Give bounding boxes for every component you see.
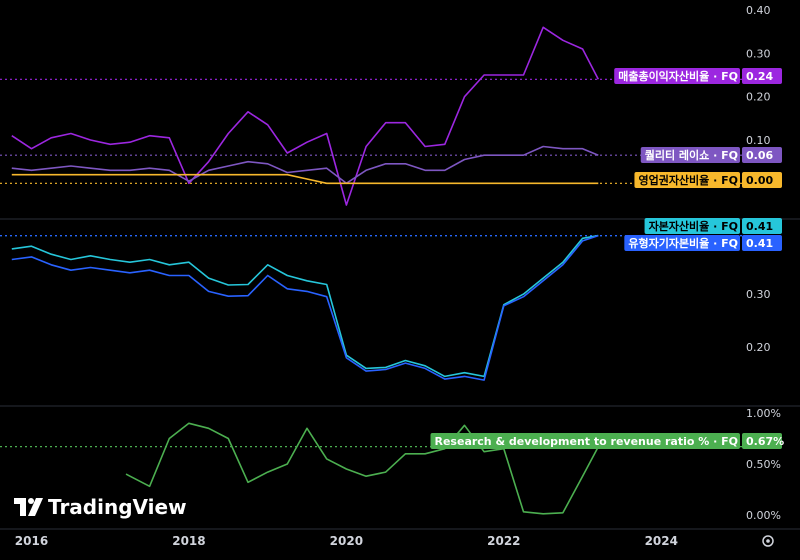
date-tick-label: 2018: [172, 534, 205, 548]
series-name-label: 영업권자산비율 · FQ: [638, 173, 738, 187]
value-pill-text: 0.24: [746, 70, 773, 83]
price-tick-label: 0.40: [746, 4, 771, 17]
price-tick-label: 0.30: [746, 288, 771, 301]
value-pill-text: 0.06: [746, 149, 773, 162]
price-tick-label: 0.00%: [746, 509, 781, 522]
value-pill-text: 0.41: [746, 237, 773, 250]
chart-svg: 0.400.300.200.100.300.201.00%0.50%0.00% …: [0, 0, 800, 556]
tradingview-logo-text: TradingView: [48, 495, 187, 519]
date-tick-label: 2022: [487, 534, 520, 548]
series-name-label: 자본자산비율 · FQ: [649, 219, 738, 233]
series-name-label: 매출총이익자산비율 · FQ: [618, 69, 738, 83]
price-tick-label: 1.00%: [746, 407, 781, 420]
price-tick-label: 0.20: [746, 341, 771, 354]
value-pill-text: 0.00: [746, 174, 773, 187]
price-tick-label: 0.30: [746, 47, 771, 60]
series-name-label: 유형자기자본비율 · FQ: [628, 236, 738, 250]
value-pill-text: 0.41: [746, 220, 773, 233]
date-tick-label: 2020: [330, 534, 363, 548]
price-tick-label: 0.50%: [746, 458, 781, 471]
series-name-label: 퀄리티 레이쇼 · FQ: [645, 148, 738, 162]
series-name-label: Research & development to revenue ratio …: [435, 435, 739, 448]
price-tick-label: 0.10: [746, 134, 771, 147]
date-tick-label: 2016: [15, 534, 48, 548]
value-pill-text: 0.67%: [746, 435, 784, 448]
price-tick-label: 0.20: [746, 91, 771, 104]
date-tick-label: 2024: [645, 534, 678, 548]
chart-container: 0.40 0.30 0.20 0.10 0.30 0.20 1.00% 0.50% 0.00% …: [0, 0, 800, 556]
